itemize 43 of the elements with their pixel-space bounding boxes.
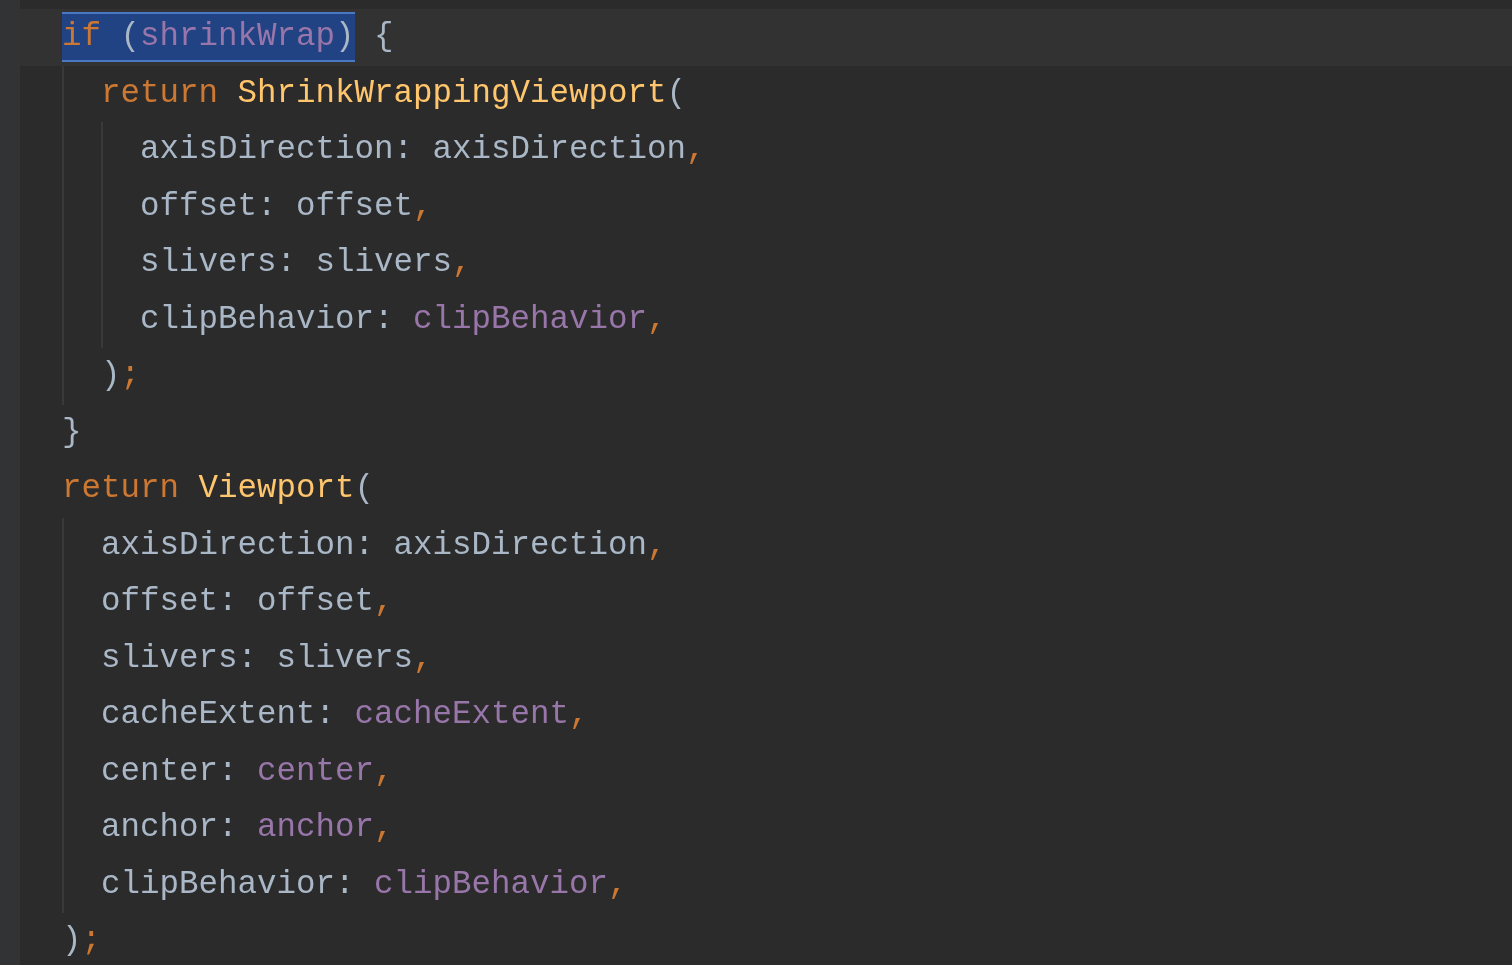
code-text: slivers: slivers bbox=[101, 638, 414, 679]
code-punctuation: , bbox=[452, 243, 472, 284]
code-identifier: shrinkWrap bbox=[140, 12, 336, 63]
code-text: cacheExtent: bbox=[101, 695, 337, 736]
code-keyword: return bbox=[62, 469, 181, 510]
code-punctuation: , bbox=[647, 299, 667, 340]
code-punctuation: , bbox=[608, 864, 628, 905]
code-identifier: anchor bbox=[257, 808, 375, 849]
code-text: ) bbox=[101, 356, 121, 397]
code-keyword: if bbox=[62, 12, 101, 63]
code-punctuation: ; bbox=[120, 356, 141, 397]
code-punctuation: , bbox=[686, 130, 706, 171]
code-text: offset: offset bbox=[140, 186, 414, 227]
code-text: ( bbox=[101, 12, 141, 63]
code-text: offset: offset bbox=[101, 582, 375, 623]
code-text: center: bbox=[101, 751, 239, 792]
code-punctuation: , bbox=[374, 751, 394, 792]
code-identifier: clipBehavior bbox=[413, 299, 648, 340]
code-keyword: return bbox=[101, 73, 220, 114]
code-identifier: cacheExtent bbox=[354, 695, 570, 736]
code-text: ) bbox=[335, 12, 355, 63]
code-punctuation: , bbox=[569, 695, 589, 736]
code-text: slivers: slivers bbox=[140, 243, 453, 284]
code-text: axisDirection: axisDirection bbox=[101, 525, 648, 566]
code-identifier: center bbox=[257, 751, 375, 792]
code-punctuation: , bbox=[647, 525, 667, 566]
code-punctuation: , bbox=[413, 638, 433, 679]
code-punctuation: , bbox=[374, 582, 394, 623]
code-text: ) bbox=[62, 921, 82, 962]
class-name: ShrinkWrappingViewport bbox=[237, 73, 667, 114]
code-text: ( bbox=[666, 73, 687, 114]
class-name: Viewport bbox=[198, 469, 355, 510]
code-text: } bbox=[62, 412, 82, 453]
code-text: axisDirection: axisDirection bbox=[140, 130, 687, 171]
code-punctuation: , bbox=[413, 186, 433, 227]
code-punctuation: ; bbox=[81, 921, 102, 962]
code-text: ( bbox=[354, 469, 375, 510]
code-punctuation: , bbox=[374, 808, 394, 849]
code-text: clipBehavior: bbox=[101, 864, 356, 905]
code-text: { bbox=[373, 17, 394, 58]
code-text: clipBehavior: bbox=[140, 299, 395, 340]
code-text: anchor: bbox=[101, 808, 239, 849]
code-identifier: clipBehavior bbox=[374, 864, 609, 905]
